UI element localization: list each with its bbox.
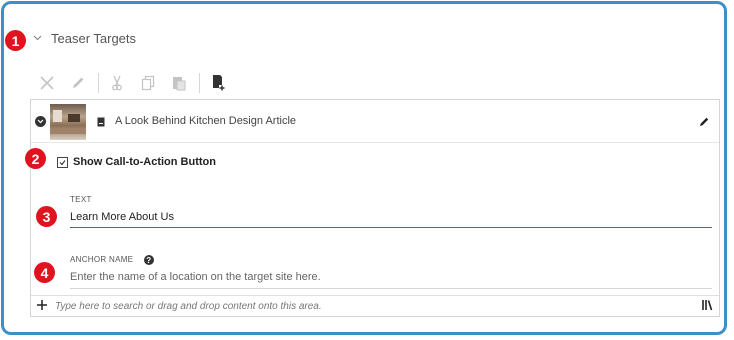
anchor-field-label: ANCHOR NAME ? — [70, 255, 154, 265]
library-icon[interactable] — [701, 299, 713, 311]
paste-button[interactable] — [168, 72, 190, 94]
cta-checkbox-row[interactable]: Show Call-to-Action Button — [57, 155, 216, 169]
chevron-down-icon — [37, 119, 44, 124]
text-field-underline — [70, 227, 712, 228]
chevron-down-icon[interactable] — [32, 33, 42, 43]
anchor-field-input[interactable]: Enter the name of a location on the targ… — [70, 271, 321, 283]
annotation-marker-4: 4 — [34, 262, 55, 283]
linked-item-row[interactable]: A Look Behind Kitchen Design Article — [31, 100, 719, 143]
scissors-icon — [112, 75, 122, 91]
new-document-icon — [213, 75, 225, 91]
search-drop-row — [31, 295, 719, 316]
new-content-button[interactable] — [207, 72, 229, 94]
edit-button[interactable] — [67, 72, 89, 94]
text-field-input[interactable]: Learn More About Us — [70, 211, 174, 223]
pencil-icon[interactable] — [699, 116, 710, 127]
text-field-label: TEXT — [70, 195, 92, 204]
copy-button[interactable] — [137, 72, 159, 94]
section-header[interactable]: Teaser Targets — [32, 29, 136, 47]
expand-toggle[interactable] — [35, 116, 46, 127]
paste-icon — [173, 77, 186, 91]
copy-icon — [141, 75, 155, 91]
annotation-marker-1: 1 — [5, 30, 26, 51]
plus-icon[interactable] — [36, 299, 48, 311]
anchor-field-label-text: ANCHOR NAME — [70, 255, 134, 265]
help-icon[interactable]: ? — [143, 255, 154, 265]
toolbar-separator — [98, 73, 99, 93]
annotation-marker-3: 3 — [36, 206, 57, 227]
section-title: Teaser Targets — [51, 30, 137, 46]
cta-label: Show Call-to-Action Button — [73, 156, 216, 168]
item-title[interactable]: A Look Behind Kitchen Design Article — [115, 115, 296, 127]
search-input[interactable] — [55, 298, 675, 314]
checkmark-icon — [59, 159, 66, 165]
close-icon — [40, 76, 54, 90]
content-panel: A Look Behind Kitchen Design Article Sho… — [30, 99, 720, 317]
cta-checkbox[interactable] — [57, 156, 68, 168]
annotation-marker-2: 2 — [25, 148, 46, 169]
cut-button[interactable] — [106, 72, 128, 94]
anchor-field-underline — [70, 288, 712, 289]
article-document-icon — [97, 117, 105, 127]
item-thumbnail — [50, 104, 86, 140]
remove-button[interactable] — [36, 72, 58, 94]
toolbar-separator — [199, 73, 200, 93]
pencil-icon — [73, 77, 84, 88]
toolbar — [36, 72, 238, 94]
